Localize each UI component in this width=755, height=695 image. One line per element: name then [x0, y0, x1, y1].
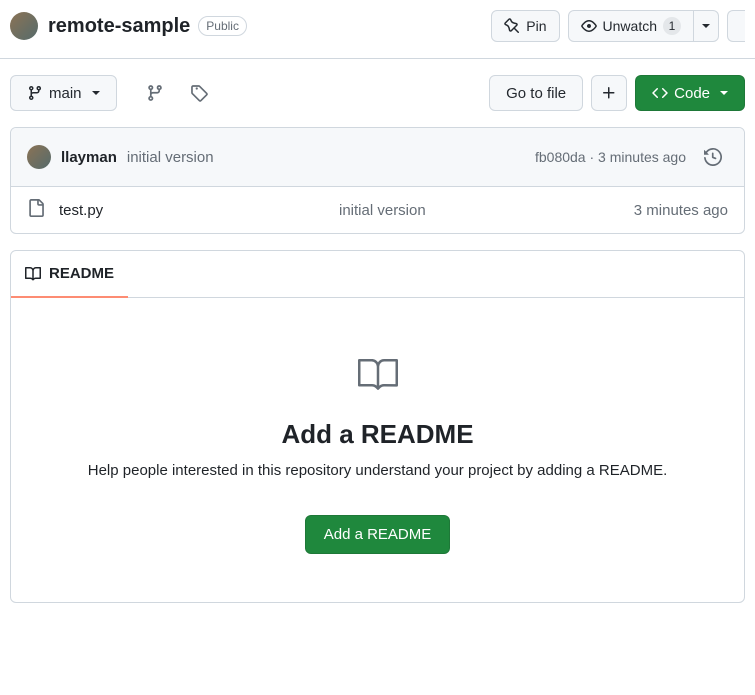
tag-icon [190, 84, 208, 102]
plus-icon [601, 85, 617, 101]
branches-button[interactable] [137, 75, 173, 111]
commit-author[interactable]: llayman [61, 149, 117, 166]
add-readme-button[interactable]: Add a README [305, 515, 451, 554]
avatar[interactable] [27, 145, 51, 169]
code-icon [652, 85, 668, 101]
branch-select-button[interactable]: main [10, 75, 117, 111]
book-icon [35, 354, 720, 399]
commit-sha[interactable]: fb080da [535, 149, 586, 165]
file-name[interactable]: test.py [59, 202, 339, 219]
commit-sep: · [586, 149, 598, 165]
go-to-file-button[interactable]: Go to file [489, 75, 583, 111]
watch-count: 1 [663, 17, 681, 35]
add-file-button[interactable] [591, 75, 627, 111]
readme-description: Help people interested in this repositor… [35, 462, 720, 479]
history-icon [704, 148, 722, 166]
partial-button[interactable] [727, 10, 745, 42]
pin-button[interactable]: Pin [491, 10, 559, 42]
readme-tab-label: README [49, 265, 114, 282]
branch-name: main [49, 85, 82, 102]
pin-label: Pin [526, 18, 546, 34]
caret-down-icon [720, 91, 728, 95]
tags-button[interactable] [181, 75, 217, 111]
book-icon [25, 266, 41, 282]
repo-name[interactable]: remote-sample [48, 15, 190, 38]
readme-title: Add a README [35, 419, 720, 450]
file-row[interactable]: test.py initial version 3 minutes ago [11, 187, 744, 233]
pin-icon [504, 18, 520, 34]
file-time: 3 minutes ago [634, 202, 728, 219]
unwatch-button[interactable]: Unwatch 1 [568, 10, 694, 42]
commit-message[interactable]: initial version [127, 149, 214, 166]
caret-down-icon [92, 91, 100, 95]
code-button[interactable]: Code [635, 75, 745, 111]
unwatch-label: Unwatch [603, 18, 657, 34]
avatar[interactable] [10, 12, 38, 40]
history-button[interactable] [698, 142, 728, 172]
eye-icon [581, 18, 597, 34]
commit-time: 3 minutes ago [598, 149, 686, 165]
visibility-badge: Public [198, 16, 247, 36]
branch-icon [27, 85, 43, 101]
go-to-file-label: Go to file [506, 85, 566, 102]
file-icon [27, 199, 45, 221]
branch-icon [146, 84, 164, 102]
code-label: Code [674, 85, 710, 102]
file-commit-message[interactable]: initial version [339, 202, 634, 219]
unwatch-dropdown-button[interactable] [694, 10, 719, 42]
caret-down-icon [702, 24, 710, 28]
latest-commit-row[interactable]: llayman initial version fb080da · 3 minu… [11, 128, 744, 187]
tab-readme[interactable]: README [11, 251, 128, 298]
